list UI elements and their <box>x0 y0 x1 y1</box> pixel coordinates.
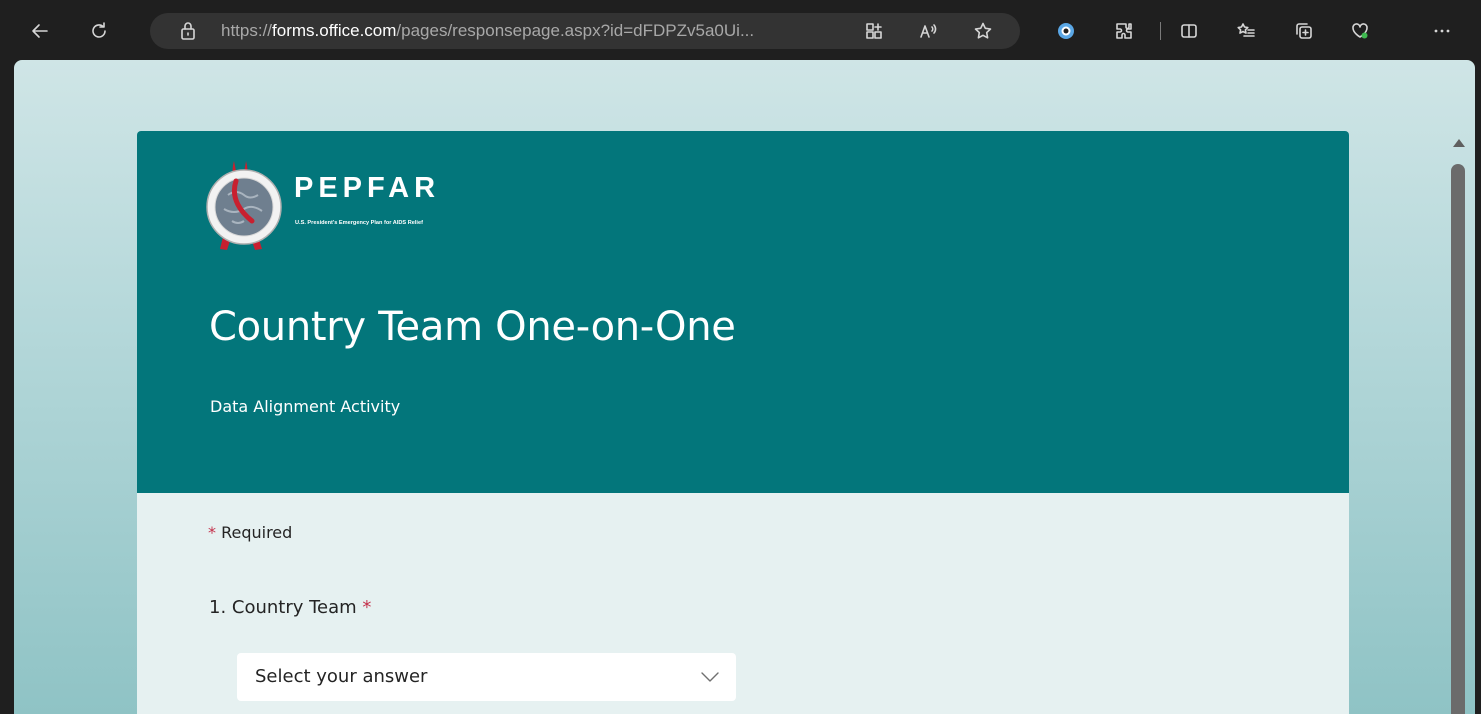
form-title: Country Team One-on-One <box>209 304 736 350</box>
collections-icon[interactable] <box>1286 13 1322 49</box>
split-screen-icon[interactable] <box>1171 13 1207 49</box>
url-prefix: https:// <box>221 21 273 40</box>
url-text[interactable]: https://forms.office.com/pages/responsep… <box>221 13 861 49</box>
required-note: * Required <box>208 523 292 542</box>
pepfar-seal-icon <box>206 161 282 250</box>
required-label: Required <box>216 523 293 542</box>
required-star: * <box>208 523 216 542</box>
page-viewport: PEPFAR U.S. President's Emergency Plan f… <box>14 60 1475 714</box>
form-card: PEPFAR U.S. President's Emergency Plan f… <box>137 131 1349 714</box>
read-aloud-icon[interactable] <box>910 13 946 49</box>
url-path: /pages/responsepage.aspx?id=dFDPZv5a0Ui.… <box>396 21 755 40</box>
app-available-icon[interactable] <box>856 13 892 49</box>
address-bar[interactable]: https://forms.office.com/pages/responsep… <box>150 13 1020 49</box>
browser-essentials-icon[interactable] <box>1342 13 1378 49</box>
profile-icon[interactable] <box>1048 13 1084 49</box>
chevron-down-icon <box>701 672 719 682</box>
dropdown-placeholder: Select your answer <box>255 666 428 687</box>
question-label: 1. Country Team <box>209 597 357 618</box>
page-scrollbar[interactable] <box>1448 131 1472 714</box>
back-arrow-icon[interactable] <box>22 13 58 49</box>
browser-toolbar: https://forms.office.com/pages/responsep… <box>0 0 1481 62</box>
favorite-star-icon[interactable] <box>965 13 1001 49</box>
logo-wordmark: PEPFAR <box>294 172 441 204</box>
toolbar-separator <box>1160 22 1161 40</box>
favorites-list-icon[interactable] <box>1228 13 1264 49</box>
country-team-dropdown[interactable]: Select your answer <box>237 653 736 701</box>
lock-icon[interactable] <box>170 13 206 49</box>
form-subtitle: Data Alignment Activity <box>210 397 401 416</box>
url-host: forms.office.com <box>272 21 397 40</box>
refresh-icon[interactable] <box>81 13 117 49</box>
question-required-star: * <box>356 597 372 618</box>
more-options-icon[interactable] <box>1424 13 1460 49</box>
question-country-team: 1. Country Team * <box>209 597 371 618</box>
scrollbar-thumb[interactable] <box>1451 164 1465 714</box>
scroll-up-arrow-icon[interactable] <box>1453 139 1465 147</box>
logo-tagline: U.S. President's Emergency Plan for AIDS… <box>295 220 423 226</box>
form-header: PEPFAR U.S. President's Emergency Plan f… <box>137 131 1349 493</box>
pepfar-logo: PEPFAR U.S. President's Emergency Plan f… <box>206 151 506 256</box>
extensions-icon[interactable] <box>1106 13 1142 49</box>
